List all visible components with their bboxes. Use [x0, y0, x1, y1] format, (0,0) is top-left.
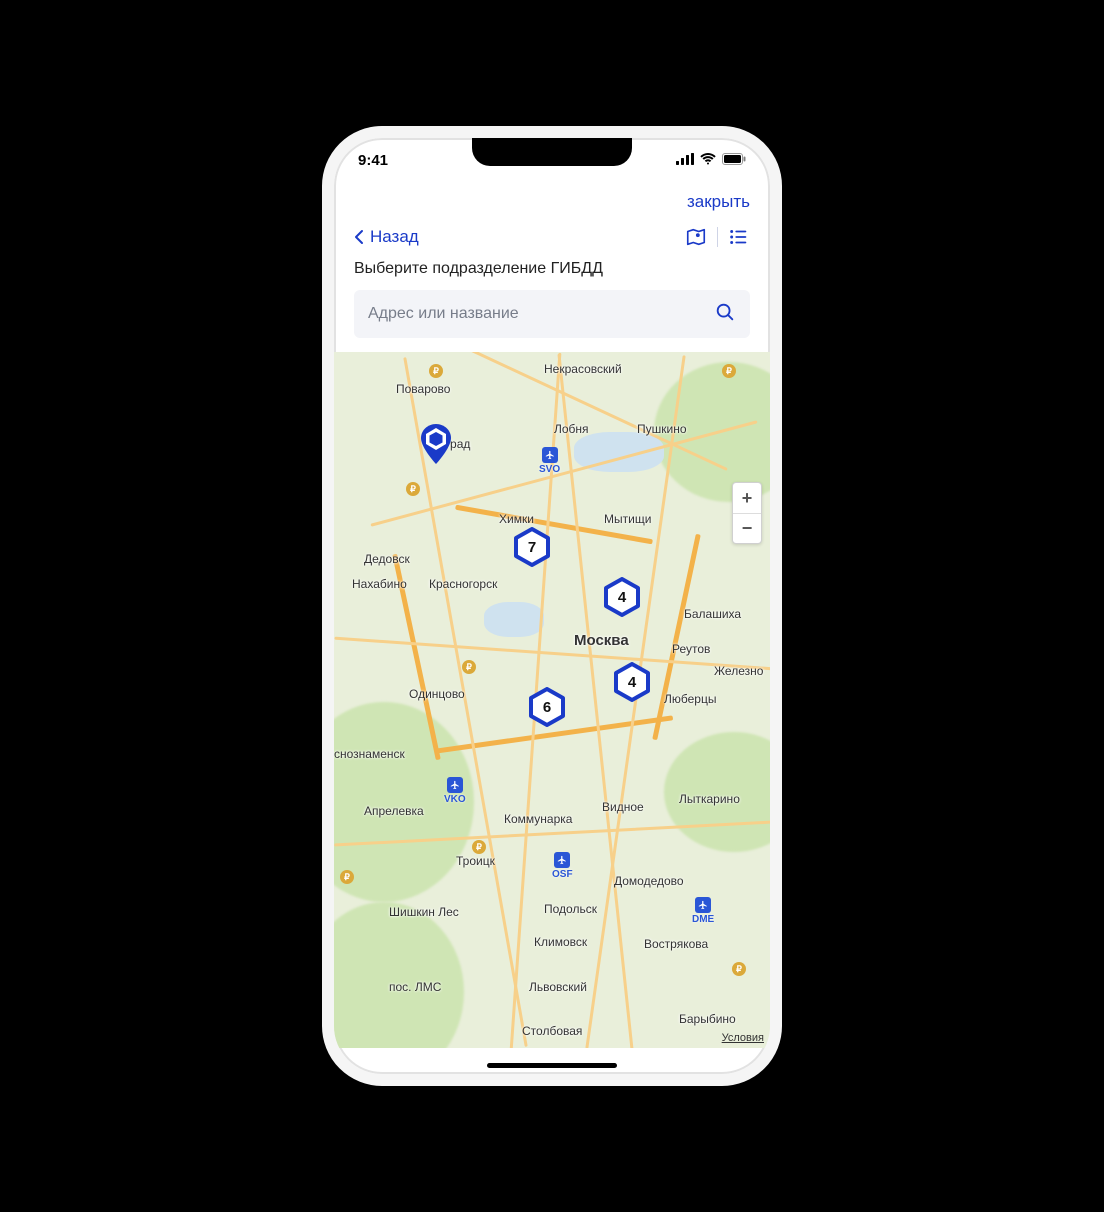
city-label: Красногорск [429, 577, 497, 591]
cluster-count: 4 [628, 674, 636, 691]
close-button[interactable]: закрыть [687, 192, 750, 212]
ruble-icon: ₽ [722, 364, 736, 378]
map-terms-link[interactable]: Условия [722, 1032, 764, 1044]
city-label: Барыбино [679, 1012, 736, 1026]
city-label: Вострякова [644, 937, 708, 951]
city-label: Троицк [456, 854, 495, 868]
chevron-left-icon [354, 229, 364, 245]
cluster-count: 6 [543, 699, 551, 716]
city-label: Видное [602, 800, 644, 814]
cluster-marker[interactable]: 4 [604, 577, 640, 617]
map-container: ₽ ₽ ₽ ₽ ₽ ₽ ₽ Некрасовский Поварово Лобня П… [334, 352, 770, 1048]
list-icon [728, 226, 750, 248]
ruble-icon: ₽ [406, 482, 420, 496]
ruble-icon: ₽ [429, 364, 443, 378]
zoom-controls: + − [732, 482, 762, 544]
airport-code: DME [692, 914, 714, 925]
city-label: Реутов [672, 642, 710, 656]
city-label: Львовский [529, 980, 587, 994]
city-label: Лыткарино [679, 792, 740, 806]
ruble-icon: ₽ [732, 962, 746, 976]
notch [472, 138, 632, 166]
home-indicator [487, 1063, 617, 1068]
city-label: Столбовая [522, 1024, 582, 1038]
city-label: пос. ЛМС [389, 980, 441, 994]
city-label: Климовск [534, 935, 587, 949]
cluster-marker[interactable]: 4 [614, 662, 650, 702]
map-icon [685, 226, 707, 248]
city-label: Люберцы [664, 692, 716, 706]
ruble-icon: ₽ [472, 840, 486, 854]
divider [717, 227, 718, 247]
city-label: Пушкино [637, 422, 687, 436]
city-label: Подольск [544, 902, 597, 916]
city-label: Нахабино [352, 577, 407, 591]
cluster-marker[interactable]: 6 [529, 687, 565, 727]
airport-marker[interactable]: VKO [444, 777, 466, 805]
zoom-out-button[interactable]: − [733, 513, 761, 543]
pin-marker[interactable] [419, 422, 453, 466]
status-time: 9:41 [358, 152, 388, 169]
back-button[interactable]: Назад [354, 227, 419, 247]
search-row [354, 290, 750, 338]
zoom-in-button[interactable]: + [733, 483, 761, 513]
city-label: Поварово [396, 382, 450, 396]
city-label: Лобня [554, 422, 589, 436]
city-label: Домодедово [614, 874, 684, 888]
wifi-icon [700, 152, 716, 169]
city-label: Железно [714, 664, 763, 678]
airport-icon [554, 852, 570, 868]
search-icon[interactable] [714, 301, 736, 328]
cluster-count: 4 [618, 589, 626, 606]
airport-icon [447, 777, 463, 793]
city-label: Коммунарка [504, 812, 572, 826]
airport-icon [695, 897, 711, 913]
city-label: Дедовск [364, 552, 410, 566]
airport-code: SVO [539, 464, 560, 475]
nav-row: Назад [334, 218, 770, 260]
list-view-button[interactable] [728, 226, 750, 248]
airport-marker[interactable]: DME [692, 897, 714, 925]
city-label: Мытищи [604, 512, 651, 526]
city-label: Апрелевка [364, 804, 424, 818]
city-label: Некрасовский [544, 362, 622, 376]
cellular-icon [676, 152, 694, 169]
city-label: снознаменск [334, 747, 405, 761]
map-view-button[interactable] [685, 226, 707, 248]
city-label: Шишкин Лес [389, 905, 459, 919]
city-label: Одинцово [409, 687, 465, 701]
cluster-marker[interactable]: 7 [514, 527, 550, 567]
city-label: Балашиха [684, 607, 741, 621]
map-surface[interactable]: ₽ ₽ ₽ ₽ ₽ ₽ ₽ Некрасовский Поварово Лобня П… [334, 352, 770, 1048]
battery-icon [722, 152, 746, 169]
ruble-icon: ₽ [340, 870, 354, 884]
city-label: Москва [574, 632, 629, 649]
airport-code: OSF [552, 869, 573, 880]
ruble-icon: ₽ [462, 660, 476, 674]
page-subtitle: Выберите подразделение ГИБДД [334, 260, 770, 290]
cluster-count: 7 [528, 539, 536, 556]
phone-frame: 9:41 закрыть Назад [322, 126, 782, 1086]
close-row: закрыть [334, 182, 770, 218]
airport-marker[interactable]: SVO [539, 447, 560, 475]
view-toggle [685, 226, 750, 248]
airport-code: VKO [444, 794, 466, 805]
airport-marker[interactable]: OSF [552, 852, 573, 880]
city-label: Химки [499, 512, 534, 526]
search-input[interactable] [368, 305, 714, 323]
back-label: Назад [370, 227, 419, 247]
airport-icon [542, 447, 558, 463]
